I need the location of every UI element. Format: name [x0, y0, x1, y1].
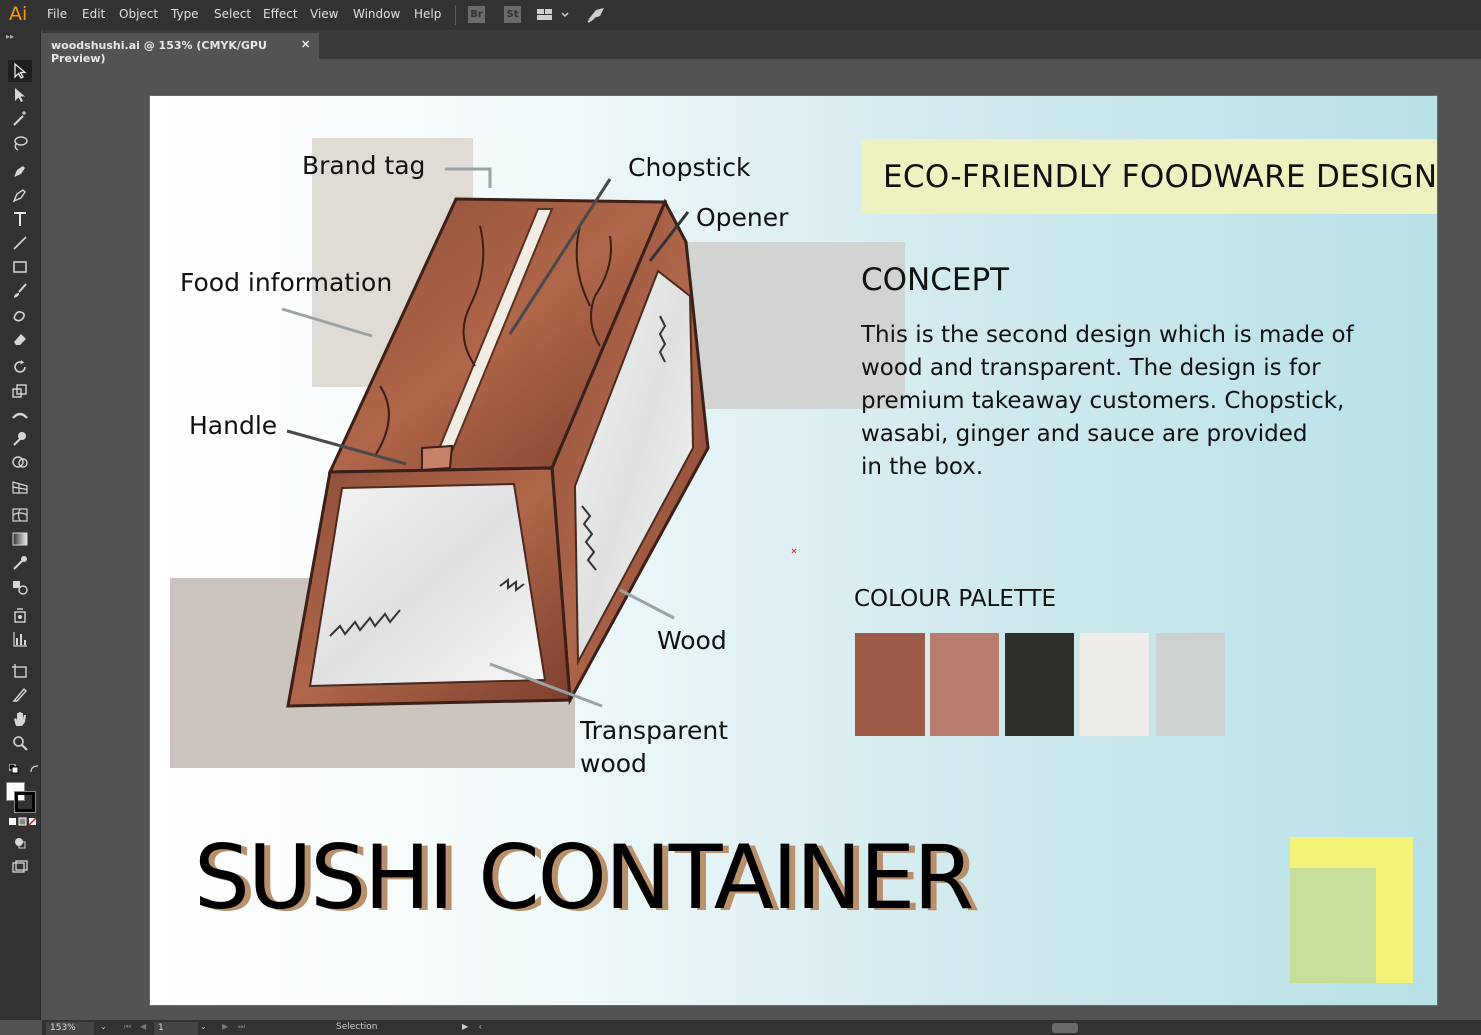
stock-button[interactable]: St	[504, 6, 521, 23]
callout-opener: Opener	[696, 203, 789, 232]
scroll-left-icon[interactable]: ‹	[479, 1022, 482, 1031]
menu-file[interactable]: File	[47, 7, 67, 21]
menu-help[interactable]: Help	[414, 7, 441, 21]
slice-tool-icon[interactable]	[8, 684, 32, 706]
app-logo: Ai	[9, 3, 28, 25]
default-colors-icon[interactable]	[6, 762, 19, 774]
palette-swatch-3	[1005, 633, 1074, 736]
swap-colors-icon[interactable]	[26, 762, 39, 773]
decor-square-green	[1290, 868, 1376, 983]
concept-line-1: This is the second design which is made …	[861, 322, 1354, 348]
zoom-field[interactable]: 153%	[46, 1022, 94, 1035]
draw-mode-icon[interactable]	[8, 832, 32, 854]
gradient-tool-icon[interactable]	[8, 528, 32, 550]
concept-line-2: wood and transparent. The design is for	[861, 355, 1321, 381]
perspective-grid-tool-icon[interactable]	[8, 476, 32, 498]
menu-edit[interactable]: Edit	[82, 7, 105, 21]
eco-title-banner: ECO-FRIENDLY FOODWARE DESIGN	[861, 139, 1438, 214]
eco-title: ECO-FRIENDLY FOODWARE DESIGN	[883, 159, 1438, 195]
width-tool-icon[interactable]	[8, 404, 32, 426]
menu-bar: Ai File Edit Object Type Select Effect V…	[0, 0, 1481, 30]
menu-select[interactable]: Select	[214, 7, 251, 21]
panel-collapse-icon[interactable]: ▸▸	[6, 32, 14, 41]
type-tool-icon[interactable]	[8, 208, 32, 230]
current-tool-name: Selection	[336, 1022, 378, 1032]
color-mode-icon[interactable]	[5, 815, 37, 826]
callout-brand-tag: Brand tag	[302, 151, 426, 180]
document-tab[interactable]: woodshushi.ai @ 153% (CMYK/GPU Preview) …	[42, 33, 319, 65]
next-artboard-icon[interactable]: ▶	[222, 1022, 228, 1031]
horizontal-scrollbar-thumb[interactable]	[1052, 1023, 1078, 1033]
palette-swatch-5	[1156, 633, 1225, 736]
screen-mode-icon[interactable]	[8, 856, 32, 878]
concept-line-3: premium takeaway customers. Chopstick,	[861, 388, 1345, 414]
shaper-tool-icon[interactable]	[8, 304, 32, 326]
blend-tool-icon[interactable]	[8, 576, 32, 598]
document-tab-bar: woodshushi.ai @ 153% (CMYK/GPU Preview) …	[42, 30, 1481, 65]
callout-food-information: Food information	[180, 268, 393, 297]
callout-handle: Handle	[189, 411, 278, 440]
menu-effect[interactable]: Effect	[263, 7, 298, 21]
rotate-tool-icon[interactable]	[8, 356, 32, 378]
curvature-tool-icon[interactable]	[8, 184, 32, 206]
concept-line-5: in the box.	[861, 454, 984, 480]
symbol-sprayer-tool-icon[interactable]	[8, 604, 32, 626]
menu-view[interactable]: View	[310, 7, 338, 21]
workspace-layout-icon[interactable]	[537, 7, 571, 28]
close-icon[interactable]: ✕	[301, 38, 310, 51]
menu-separator	[455, 5, 456, 25]
concept-line-4: wasabi, ginger and sauce are provided	[861, 421, 1308, 447]
bridge-button[interactable]: Br	[468, 6, 485, 23]
callout-chopstick: Chopstick	[628, 153, 751, 182]
scale-tool-icon[interactable]	[8, 380, 32, 402]
shape-builder-tool-icon[interactable]	[8, 452, 32, 474]
concept-heading: CONCEPT	[861, 262, 1010, 298]
artboard[interactable]: Brand tag Chopstick Opener Food informat…	[149, 95, 1438, 1006]
gpu-performance-icon[interactable]	[586, 6, 606, 29]
artboard-dropdown-icon[interactable]: ⌄	[200, 1022, 207, 1031]
eraser-tool-icon[interactable]	[8, 328, 32, 350]
palette-swatch-2	[930, 633, 999, 736]
callout-transparent-wood: wood	[580, 749, 647, 778]
last-artboard-icon[interactable]: ⏭	[238, 1022, 245, 1032]
paintbrush-tool-icon[interactable]	[8, 280, 32, 302]
artboard-number-field[interactable]: 1	[154, 1022, 198, 1035]
main-title: SUSHI CONTAINER	[194, 826, 974, 929]
stroke-color-swatch[interactable]	[14, 791, 36, 813]
direct-selection-tool-icon[interactable]	[8, 84, 32, 106]
column-graph-tool-icon[interactable]	[8, 628, 32, 650]
line-segment-tool-icon[interactable]	[8, 232, 32, 254]
status-bar: 153% ⌄ ⏮ ◀ 1 ⌄ ▶ ⏭ Selection ▶ ‹	[42, 1020, 1481, 1035]
palette-swatch-1	[855, 633, 925, 736]
menu-object[interactable]: Object	[119, 7, 158, 21]
first-artboard-icon[interactable]: ⏮	[124, 1022, 131, 1032]
tools-panel: ▸▸	[0, 30, 41, 1020]
lasso-tool-icon[interactable]	[8, 132, 32, 154]
callout-transparent: Transparent	[580, 716, 729, 745]
chevron-down-icon[interactable]: ⌄	[100, 1022, 107, 1031]
pen-tool-icon[interactable]	[8, 160, 32, 182]
document-tab-title: woodshushi.ai @ 153% (CMYK/GPU Preview)	[51, 39, 267, 65]
menu-window[interactable]: Window	[353, 7, 400, 21]
status-menu-icon[interactable]: ▶	[462, 1022, 468, 1031]
rectangle-tool-icon[interactable]	[8, 256, 32, 278]
palette-heading: COLOUR PALETTE	[854, 586, 1057, 612]
artboard-tool-icon[interactable]	[8, 660, 32, 682]
callout-wood: Wood	[657, 626, 727, 655]
previous-artboard-icon[interactable]: ◀	[140, 1022, 146, 1031]
eyedropper-tool-icon[interactable]	[8, 552, 32, 574]
magic-wand-tool-icon[interactable]	[8, 108, 32, 130]
palette-swatch-4	[1080, 633, 1149, 736]
puppet-warp-tool-icon[interactable]	[8, 428, 32, 450]
menu-type[interactable]: Type	[171, 7, 199, 21]
mesh-tool-icon[interactable]	[8, 504, 32, 526]
hand-tool-icon[interactable]	[8, 708, 32, 730]
selection-tool-icon[interactable]	[8, 60, 32, 82]
zoom-tool-icon[interactable]	[8, 732, 32, 754]
